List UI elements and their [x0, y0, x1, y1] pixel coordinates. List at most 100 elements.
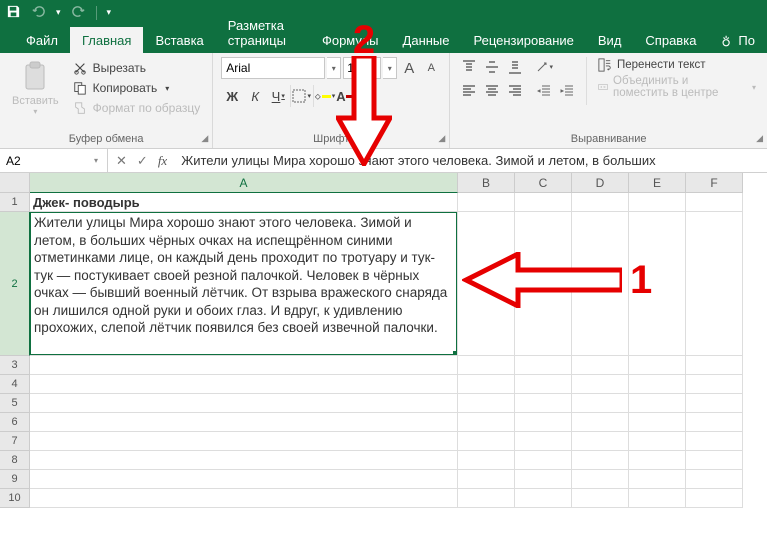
font-dialog-launcher-icon[interactable]: ◢	[438, 133, 445, 144]
row-header-5[interactable]: 5	[0, 394, 30, 413]
group-label-clipboard: Буфер обмена	[69, 133, 144, 145]
tab-view[interactable]: Вид	[586, 27, 634, 53]
cell-a5[interactable]	[30, 394, 458, 413]
tab-file[interactable]: Файл	[14, 27, 70, 53]
wrap-text-button[interactable]: Перенести текст	[595, 57, 759, 73]
name-box[interactable]: ▾	[0, 149, 108, 173]
cell-e2[interactable]	[629, 212, 686, 356]
fx-icon[interactable]: fx	[158, 153, 167, 169]
merge-center-button[interactable]: Объединить и поместить в центре▾	[595, 74, 759, 100]
group-alignment: ▾ Перенести текст Объединить	[450, 53, 767, 148]
font-color-button[interactable]: A▾	[336, 85, 358, 107]
underline-button[interactable]: Ч▾	[267, 85, 289, 107]
cell-a2[interactable]: Жители улицы Мира хорошо знают этого чел…	[30, 212, 458, 356]
row-header-3[interactable]: 3	[0, 356, 30, 375]
cell-a9[interactable]	[30, 470, 458, 489]
row-header-7[interactable]: 7	[0, 432, 30, 451]
shrink-font-button[interactable]: A	[421, 57, 441, 79]
row-header-6[interactable]: 6	[0, 413, 30, 432]
cell-a8[interactable]	[30, 451, 458, 470]
align-center-button[interactable]	[481, 81, 503, 101]
col-header-c[interactable]: C	[515, 173, 572, 193]
cell-f1[interactable]	[686, 193, 743, 212]
font-size-dropdown-icon[interactable]: ▾	[383, 57, 397, 79]
tab-home[interactable]: Главная	[70, 27, 143, 53]
tab-page-layout[interactable]: Разметка страницы	[216, 12, 310, 53]
tab-insert[interactable]: Вставка	[143, 27, 215, 53]
cell-e1[interactable]	[629, 193, 686, 212]
copy-button[interactable]: Копировать▾	[69, 79, 205, 97]
col-header-e[interactable]: E	[629, 173, 686, 193]
undo-dropdown-icon[interactable]: ▾	[56, 7, 61, 18]
select-all-corner[interactable]	[0, 173, 30, 193]
tab-data[interactable]: Данные	[391, 27, 462, 53]
col-header-d[interactable]: D	[572, 173, 629, 193]
name-box-dropdown-icon[interactable]: ▾	[90, 156, 102, 165]
tab-tell-me[interactable]: По	[708, 27, 767, 53]
orientation-button[interactable]: ▾	[533, 57, 555, 77]
borders-button[interactable]: ▾	[290, 85, 312, 107]
col-header-a[interactable]: A	[30, 173, 458, 193]
cell-a7[interactable]	[30, 432, 458, 451]
align-left-button[interactable]	[458, 81, 480, 101]
cell-f2[interactable]	[686, 212, 743, 356]
qat-customize-icon[interactable]: ▾	[107, 7, 112, 18]
align-top-button[interactable]	[458, 57, 480, 77]
name-box-input[interactable]	[0, 151, 90, 171]
cut-button[interactable]: Вырезать	[69, 59, 205, 77]
font-name-dropdown-icon[interactable]: ▾	[327, 57, 341, 79]
formula-bar-row: ▾ ✕ ✓ fx	[0, 149, 767, 173]
group-label-font: Шрифт	[313, 133, 349, 145]
align-middle-button[interactable]	[481, 57, 503, 77]
cell-c2[interactable]	[515, 212, 572, 356]
row-header-2[interactable]: 2	[0, 212, 30, 356]
tab-formulas[interactable]: Формулы	[310, 27, 391, 53]
formula-input[interactable]	[175, 150, 767, 171]
cell-b2[interactable]	[458, 212, 515, 356]
decrease-indent-button[interactable]	[533, 81, 555, 101]
group-font: ▾ ▾ A A Ж К Ч▾ ▾ ▾ A▾ Шрифт ◢	[213, 53, 450, 148]
tab-review[interactable]: Рецензирование	[462, 27, 586, 53]
row-header-10[interactable]: 10	[0, 489, 30, 508]
format-painter-button[interactable]: Формат по образцу	[69, 99, 205, 117]
cell-a10[interactable]	[30, 489, 458, 508]
align-right-button[interactable]	[504, 81, 526, 101]
row-header-8[interactable]: 8	[0, 451, 30, 470]
paste-button[interactable]: Вставить ▾	[8, 57, 63, 116]
row-header-1[interactable]: 1	[0, 193, 30, 212]
cell-a6[interactable]	[30, 413, 458, 432]
bold-button[interactable]: Ж	[221, 85, 243, 107]
italic-button[interactable]: К	[244, 85, 266, 107]
cell-a3[interactable]	[30, 356, 458, 375]
cell-b1[interactable]	[458, 193, 515, 212]
enter-formula-icon[interactable]: ✓	[137, 153, 148, 169]
row-header-9[interactable]: 9	[0, 470, 30, 489]
alignment-dialog-launcher-icon[interactable]: ◢	[756, 133, 763, 144]
undo-icon[interactable]	[31, 4, 46, 22]
cell-a1[interactable]: Джек- поводырь	[30, 193, 458, 212]
ribbon-tabs: Файл Главная Вставка Разметка страницы Ф…	[0, 25, 767, 53]
fill-color-button[interactable]: ▾	[313, 85, 335, 107]
save-icon[interactable]	[6, 4, 21, 22]
redo-icon[interactable]	[71, 4, 86, 22]
group-label-alignment: Выравнивание	[571, 133, 647, 145]
col-header-b[interactable]: B	[458, 173, 515, 193]
increase-indent-button[interactable]	[556, 81, 578, 101]
cell-d1[interactable]	[572, 193, 629, 212]
grow-font-button[interactable]: A	[399, 57, 419, 79]
font-size-input[interactable]	[343, 57, 381, 79]
row-header-4[interactable]: 4	[0, 375, 30, 394]
cancel-formula-icon[interactable]: ✕	[116, 153, 127, 169]
tab-help[interactable]: Справка	[633, 27, 708, 53]
col-header-f[interactable]: F	[686, 173, 743, 193]
group-clipboard: Вставить ▾ Вырезать Копировать▾ Формат п…	[0, 53, 213, 148]
quick-access-toolbar: ▾ ▾	[0, 0, 767, 25]
ribbon: Вставить ▾ Вырезать Копировать▾ Формат п…	[0, 53, 767, 149]
cell-d2[interactable]	[572, 212, 629, 356]
clipboard-dialog-launcher-icon[interactable]: ◢	[201, 133, 208, 144]
cell-a4[interactable]	[30, 375, 458, 394]
cell-c1[interactable]	[515, 193, 572, 212]
worksheet: A B C D E F 1 Джек- поводырь 2 Жители ул…	[0, 173, 767, 508]
font-name-input[interactable]	[221, 57, 325, 79]
align-bottom-button[interactable]	[504, 57, 526, 77]
